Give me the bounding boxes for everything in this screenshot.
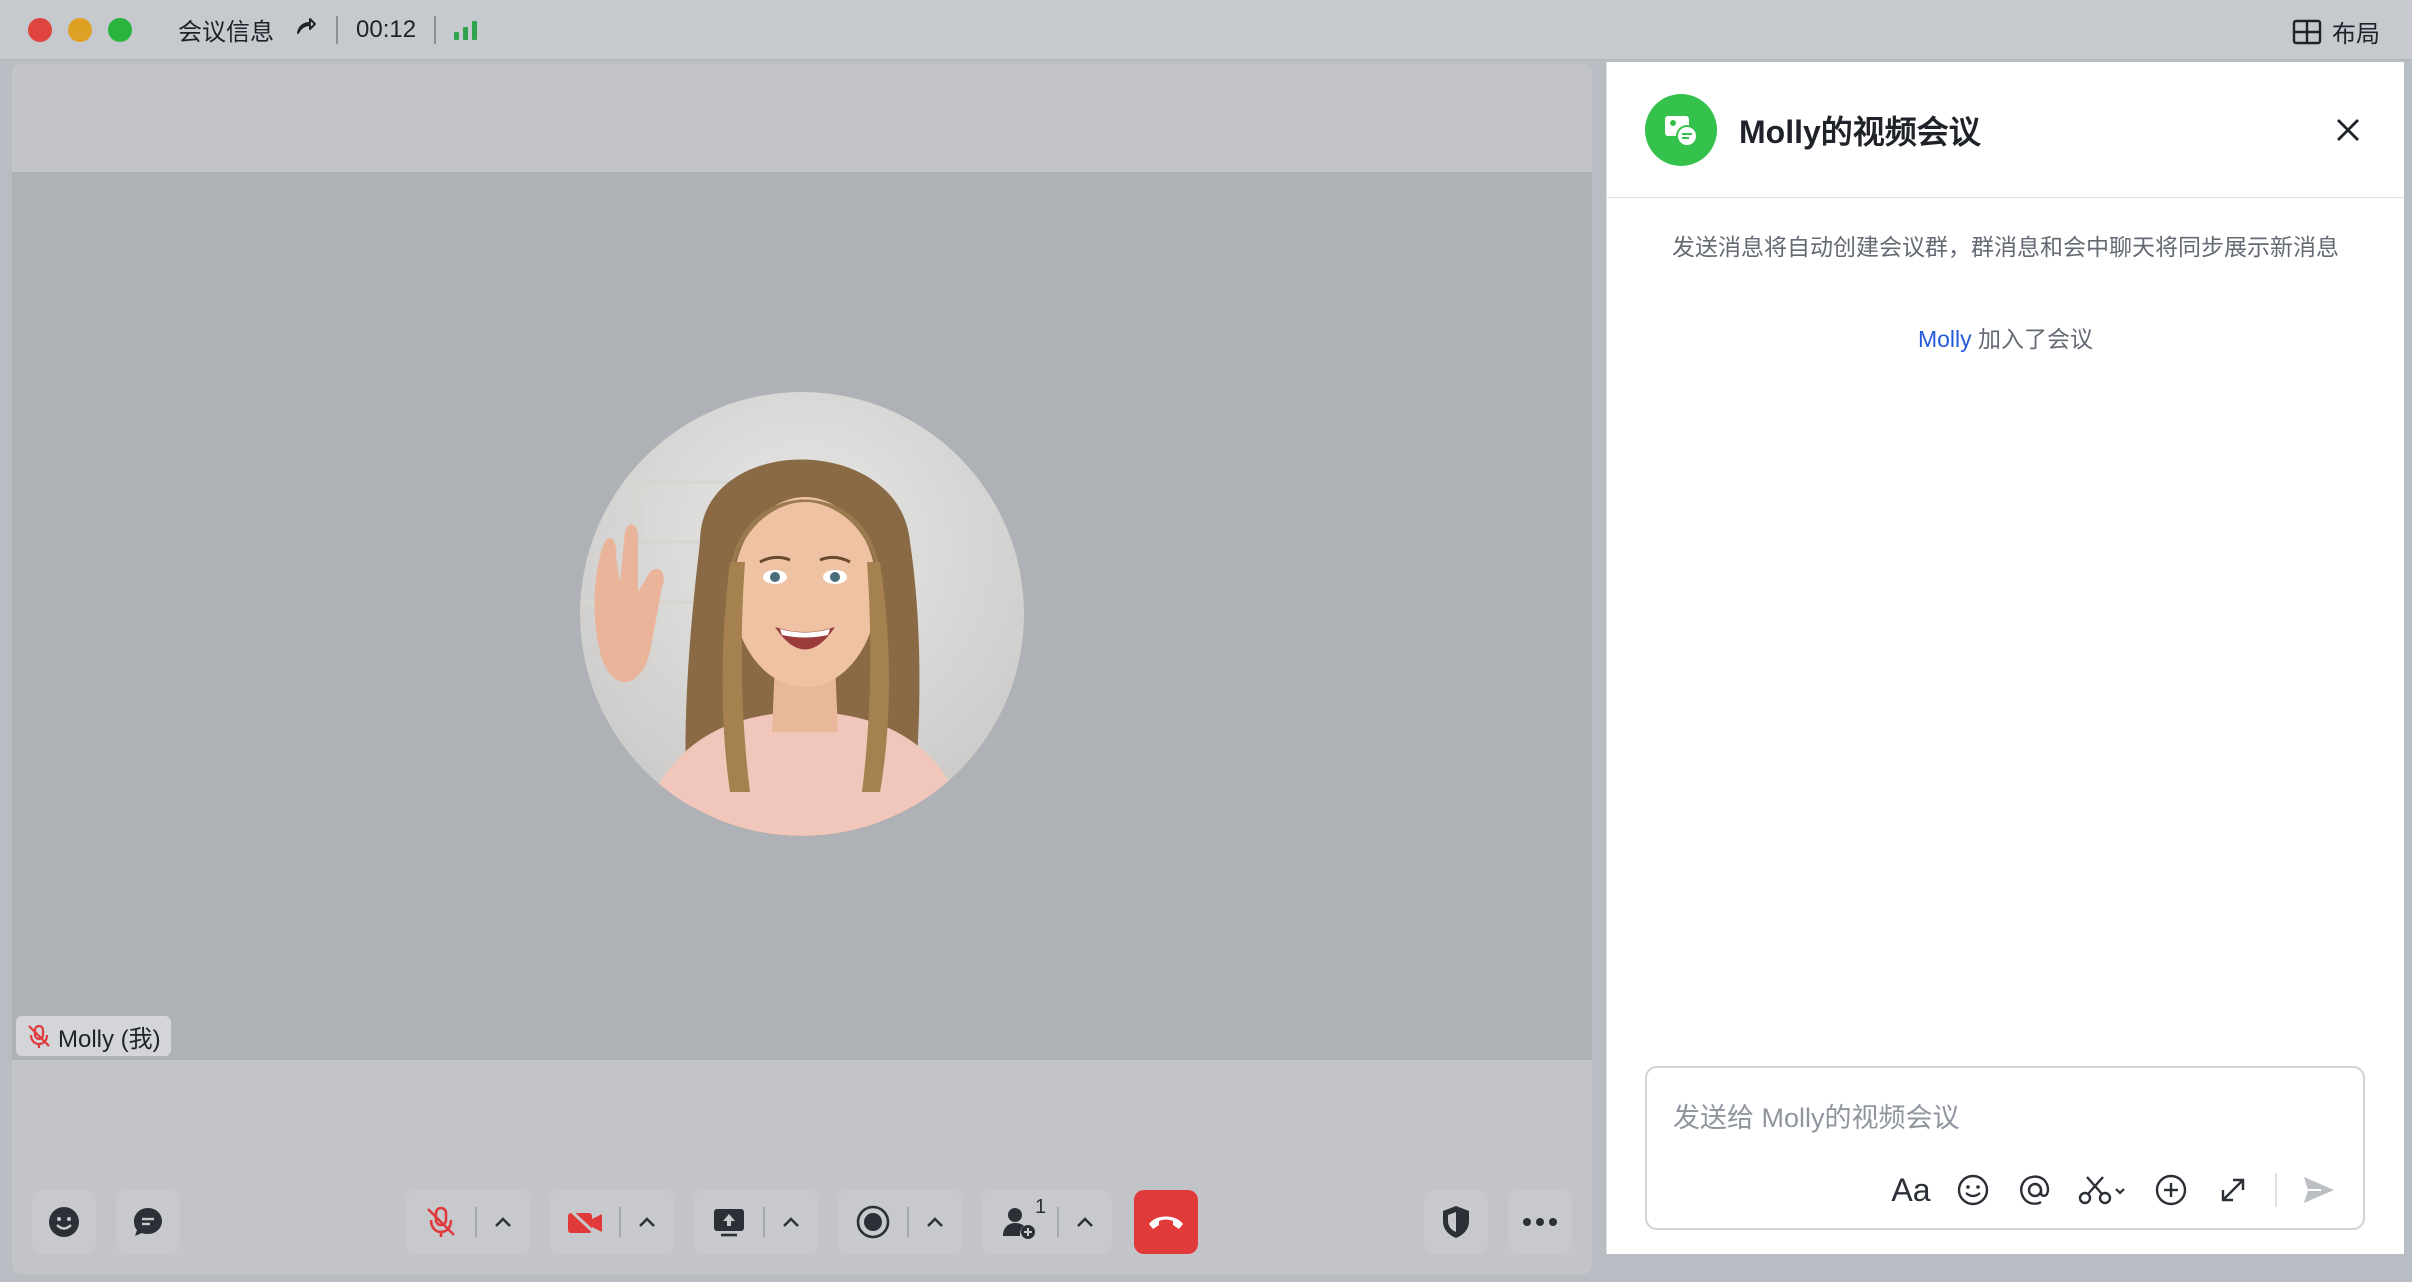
hang-up-icon <box>1149 1216 1183 1229</box>
leave-meeting-button[interactable] <box>1134 1190 1198 1254</box>
expand-icon <box>2221 1178 2245 1202</box>
chevron-up-icon <box>927 1217 943 1227</box>
participants-control: 1 <box>982 1190 1112 1254</box>
meeting-timer: 00:12 <box>356 15 417 43</box>
microphone-control <box>406 1190 530 1254</box>
participant-count: 1 <box>1035 1196 1047 1218</box>
share-icon[interactable] <box>294 14 318 45</box>
video-stage: Molly (我) <box>12 64 1592 1274</box>
message-input[interactable]: 发送给 Molly的视频会议 Aa <box>1645 1066 2365 1230</box>
video-top-band <box>12 64 1592 172</box>
camera-control <box>550 1190 674 1254</box>
joined-user-link[interactable]: Molly <box>1918 326 1972 352</box>
screen-share-control <box>694 1190 818 1254</box>
chevron-up-icon <box>495 1217 511 1227</box>
record-button[interactable] <box>839 1190 907 1254</box>
layout-button[interactable]: 布局 <box>2292 14 2380 49</box>
meeting-info-label: 会议信息 <box>178 19 274 46</box>
join-text: 加入了会议 <box>1978 326 2094 352</box>
at-icon <box>2020 1175 2050 1205</box>
send-icon <box>2304 1177 2334 1203</box>
join-notification: Molly 加入了会议 <box>1607 320 2404 354</box>
share-screen-button[interactable] <box>695 1190 763 1254</box>
divider <box>434 15 437 44</box>
reaction-button[interactable] <box>32 1190 96 1254</box>
screen-share-icon <box>714 1209 744 1237</box>
smile-icon <box>49 1207 79 1237</box>
emoji-button[interactable] <box>1953 1170 1993 1210</box>
screenshot-button[interactable] <box>2077 1170 2129 1210</box>
mic-options-button[interactable] <box>477 1190 529 1254</box>
mention-button[interactable] <box>2015 1170 2055 1210</box>
participant-avatar <box>580 392 1024 836</box>
divider <box>336 15 338 44</box>
layout-label: 布局 <box>2332 21 2380 48</box>
participant-name: Molly (我) <box>58 1025 161 1053</box>
chevron-up-icon <box>783 1217 799 1227</box>
participants-button[interactable]: 1 <box>983 1190 1057 1254</box>
add-attachment-button[interactable] <box>2151 1170 2191 1210</box>
camera-toggle-button[interactable] <box>551 1190 619 1254</box>
maximize-window-button[interactable] <box>108 17 132 42</box>
mic-muted-icon <box>427 1206 455 1237</box>
security-button[interactable] <box>1424 1190 1488 1254</box>
mic-muted-icon <box>28 1024 50 1048</box>
message-placeholder: 发送给 Molly的视频会议 <box>1673 1103 1960 1133</box>
camera-off-icon <box>567 1207 602 1239</box>
share-options-button[interactable] <box>765 1190 817 1254</box>
meeting-info-button[interactable]: 会议信息 <box>178 12 318 47</box>
camera-options-button[interactable] <box>621 1190 673 1254</box>
meeting-chat-icon <box>1645 93 1717 166</box>
send-button[interactable] <box>2299 1170 2339 1210</box>
chat-system-note: 发送消息将自动创建会议群，群消息和会中聊天将同步展示新消息 <box>1672 234 2339 260</box>
format-text-button[interactable]: Aa <box>1891 1170 1931 1210</box>
scissors-icon <box>2078 1176 2125 1205</box>
more-options-button[interactable] <box>1508 1190 1572 1254</box>
layout-grid-icon <box>2292 19 2322 44</box>
window-controls <box>28 17 132 42</box>
expand-input-button[interactable] <box>2213 1170 2253 1210</box>
record-options-button[interactable] <box>909 1190 961 1254</box>
divider <box>2275 1173 2277 1207</box>
chevron-up-icon <box>1077 1217 1093 1227</box>
chevron-up-icon <box>639 1217 655 1227</box>
add-participant-icon <box>1003 1208 1035 1239</box>
participant-name-tag: Molly (我) <box>16 1016 171 1056</box>
more-dots-icon <box>1523 1218 1557 1226</box>
shield-icon <box>1443 1206 1469 1238</box>
plus-circle-icon <box>2155 1174 2187 1206</box>
mute-toggle-button[interactable] <box>407 1190 475 1254</box>
minimize-window-button[interactable] <box>68 17 92 42</box>
close-window-button[interactable] <box>28 17 52 42</box>
input-toolbar: Aa <box>1891 1170 2339 1210</box>
participants-options-button[interactable] <box>1059 1190 1111 1254</box>
text-format-icon: Aa <box>1891 1171 1931 1208</box>
title-bar: 会议信息 00:12 布局 <box>0 0 2412 60</box>
close-icon <box>2337 119 2359 141</box>
chat-panel: Molly的视频会议 发送消息将自动创建会议群，群消息和会中聊天将同步展示新消息… <box>1606 62 2404 1254</box>
record-icon <box>856 1205 890 1239</box>
close-chat-button[interactable] <box>2328 110 2368 150</box>
chat-header: Molly的视频会议 <box>1607 62 2404 198</box>
chat-title: Molly的视频会议 <box>1739 113 1981 150</box>
record-control <box>838 1190 962 1254</box>
chat-button[interactable] <box>116 1190 180 1254</box>
signal-strength-icon[interactable] <box>454 20 478 40</box>
emoji-icon <box>1957 1174 1989 1206</box>
chat-bubble-icon <box>134 1208 162 1236</box>
